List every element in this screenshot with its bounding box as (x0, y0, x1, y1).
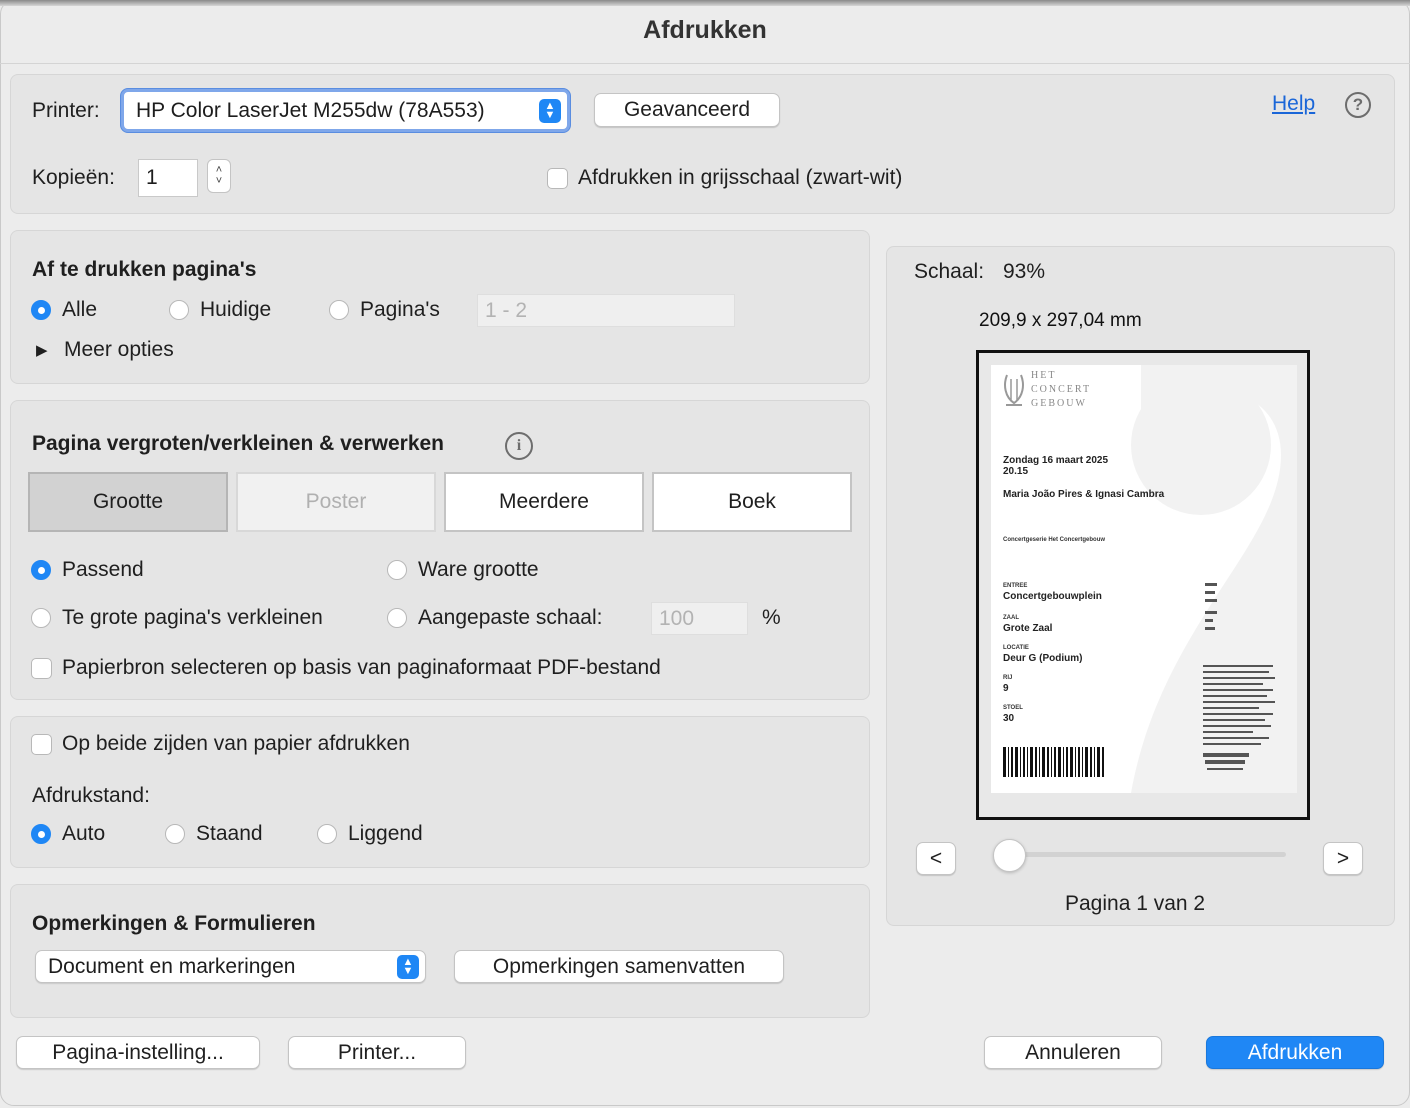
radio-custom-scale[interactable] (387, 608, 407, 628)
more-options-label[interactable]: Meer opties (64, 338, 174, 362)
disclosure-triangle-icon[interactable]: ▶ (36, 341, 48, 359)
radio-shrink-oversized[interactable] (31, 608, 51, 628)
orientation-auto-label: Auto (62, 822, 106, 845)
logo-line-2: CONCERT (1031, 384, 1092, 395)
select-arrows-icon: ▲ ▼ (397, 954, 419, 979)
sizing-heading: Pagina vergroten/verkleinen & verwerken (32, 432, 445, 455)
duplex-label: Op beide zijden van papier afdrukken (62, 732, 410, 755)
ticket-fine-print (1203, 583, 1275, 770)
page-slider-track[interactable] (1000, 852, 1286, 857)
ticket-row-value: 9 (1003, 683, 1009, 694)
orientation-landscape-label: Liggend (348, 822, 423, 845)
copies-input[interactable]: 1 (138, 159, 198, 197)
info-icon[interactable]: i (505, 432, 533, 460)
ticket-date: Zondag 16 maart 2025 (1003, 455, 1109, 466)
scale-label: Schaal: (914, 260, 985, 283)
orientation-portrait-label: Staand (196, 822, 263, 845)
ticket-seat-label: STOEL (1003, 705, 1023, 711)
ticket-entry-label: ENTREE (1003, 583, 1028, 589)
ticket-performers: Maria João Pires & Ignasi Cambra (1003, 489, 1165, 500)
custom-scale-label: Aangepaste schaal: (418, 606, 603, 629)
tab-size[interactable]: Grootte (28, 472, 228, 532)
pages-heading: Af te drukken pagina's (32, 258, 257, 281)
all-pages-label: Alle (62, 298, 98, 321)
ticket-box-value: Deur G (Podium) (1003, 653, 1083, 664)
ticket-series: Concertgeserie Het Concertgebouw (1003, 537, 1106, 543)
printer-select-value: HP Color LaserJet M255dw (78A553) (136, 98, 485, 122)
summarize-comments-button[interactable]: Opmerkingen samenvatten (454, 950, 784, 983)
percent-label: % (762, 606, 781, 629)
radio-all-pages[interactable] (31, 300, 51, 320)
tab-poster: Poster (236, 472, 436, 532)
preview-page: HET CONCERT GEBOUW Zondag 16 maart 2025 … (991, 365, 1297, 793)
cancel-button[interactable]: Annuleren (984, 1036, 1162, 1069)
radio-orientation-auto[interactable] (31, 824, 51, 844)
fit-label: Passend (62, 558, 144, 581)
shrink-oversized-label: Te grote pagina's verkleinen (62, 606, 323, 629)
ticket-time: 20.15 (1003, 466, 1029, 477)
current-page-label: Huidige (200, 298, 272, 321)
radio-fit[interactable] (31, 560, 51, 580)
page-setup-button[interactable]: Pagina-instelling... (16, 1036, 260, 1069)
tab-booklet[interactable]: Boek (652, 472, 852, 532)
printer-select[interactable]: HP Color LaserJet M255dw (78A553) ▲ ▼ (121, 89, 570, 132)
logo-line-1: HET (1031, 370, 1057, 381)
scale-value: 93% (1003, 260, 1046, 283)
radio-page-range[interactable] (329, 300, 349, 320)
ticket-box-label: LOCATIE (1003, 645, 1029, 651)
paper-source-label: Papierbron selecteren op basis van pagin… (62, 656, 661, 679)
page-indicator: Pagina 1 van 2 (1065, 892, 1206, 915)
ticket-barcode (1003, 747, 1104, 777)
page-range-input[interactable]: 1 - 2 (477, 294, 735, 327)
paper-source-checkbox[interactable] (31, 658, 52, 679)
previous-page-button[interactable]: < (916, 842, 956, 875)
ticket-seat-value: 30 (1003, 713, 1015, 724)
custom-scale-input[interactable]: 100 (651, 602, 748, 635)
grayscale-checkbox[interactable] (547, 168, 568, 189)
ticket-row-label: RIJ (1003, 675, 1013, 681)
printer-label: Printer: (32, 99, 100, 122)
ticket-entry-value: Concertgebouwplein (1003, 591, 1102, 602)
radio-actual-size[interactable] (387, 560, 407, 580)
printer-settings-button[interactable]: Printer... (288, 1036, 466, 1069)
page-range-label: Pagina's (360, 298, 440, 321)
dialog-title: Afdrukken (643, 16, 767, 44)
copies-label: Kopieën: (32, 166, 115, 189)
select-arrows-icon: ▲ ▼ (539, 98, 561, 123)
actual-size-label: Ware grootte (418, 558, 539, 581)
radio-orientation-landscape[interactable] (317, 824, 337, 844)
orientation-label: Afdrukstand: (32, 784, 150, 807)
duplex-checkbox[interactable] (31, 734, 52, 755)
window-top-edge (0, 0, 1410, 6)
advanced-button[interactable]: Geavanceerd (594, 93, 780, 127)
comments-heading: Opmerkingen & Formulieren (32, 912, 316, 935)
ticket-hall-value: Grote Zaal (1003, 623, 1053, 634)
page-slider-knob[interactable] (993, 839, 1026, 872)
help-icon[interactable]: ? (1345, 92, 1371, 118)
logo-line-3: GEBOUW (1031, 398, 1087, 409)
comments-select-value: Document en markeringen (48, 954, 296, 978)
lyre-logo-icon (1004, 374, 1024, 406)
copies-stepper[interactable]: ˄ ˅ (207, 159, 231, 193)
page-preview: HET CONCERT GEBOUW Zondag 16 maart 2025 … (976, 350, 1310, 820)
stepper-down-icon[interactable]: ˅ (216, 176, 222, 187)
title-separator (0, 63, 1410, 64)
comments-select[interactable]: Document en markeringen ▲ ▼ (35, 950, 426, 983)
ticket-hall-label: ZAAL (1003, 615, 1019, 621)
radio-current-page[interactable] (169, 300, 189, 320)
next-page-button[interactable]: > (1323, 842, 1363, 875)
grayscale-label: Afdrukken in grijsschaal (zwart-wit) (578, 166, 903, 189)
tab-multiple[interactable]: Meerdere (444, 472, 644, 532)
help-link[interactable]: Help (1272, 92, 1315, 116)
paper-dimensions: 209,9 x 297,04 mm (979, 310, 1142, 331)
print-button[interactable]: Afdrukken (1206, 1036, 1384, 1069)
radio-orientation-portrait[interactable] (165, 824, 185, 844)
